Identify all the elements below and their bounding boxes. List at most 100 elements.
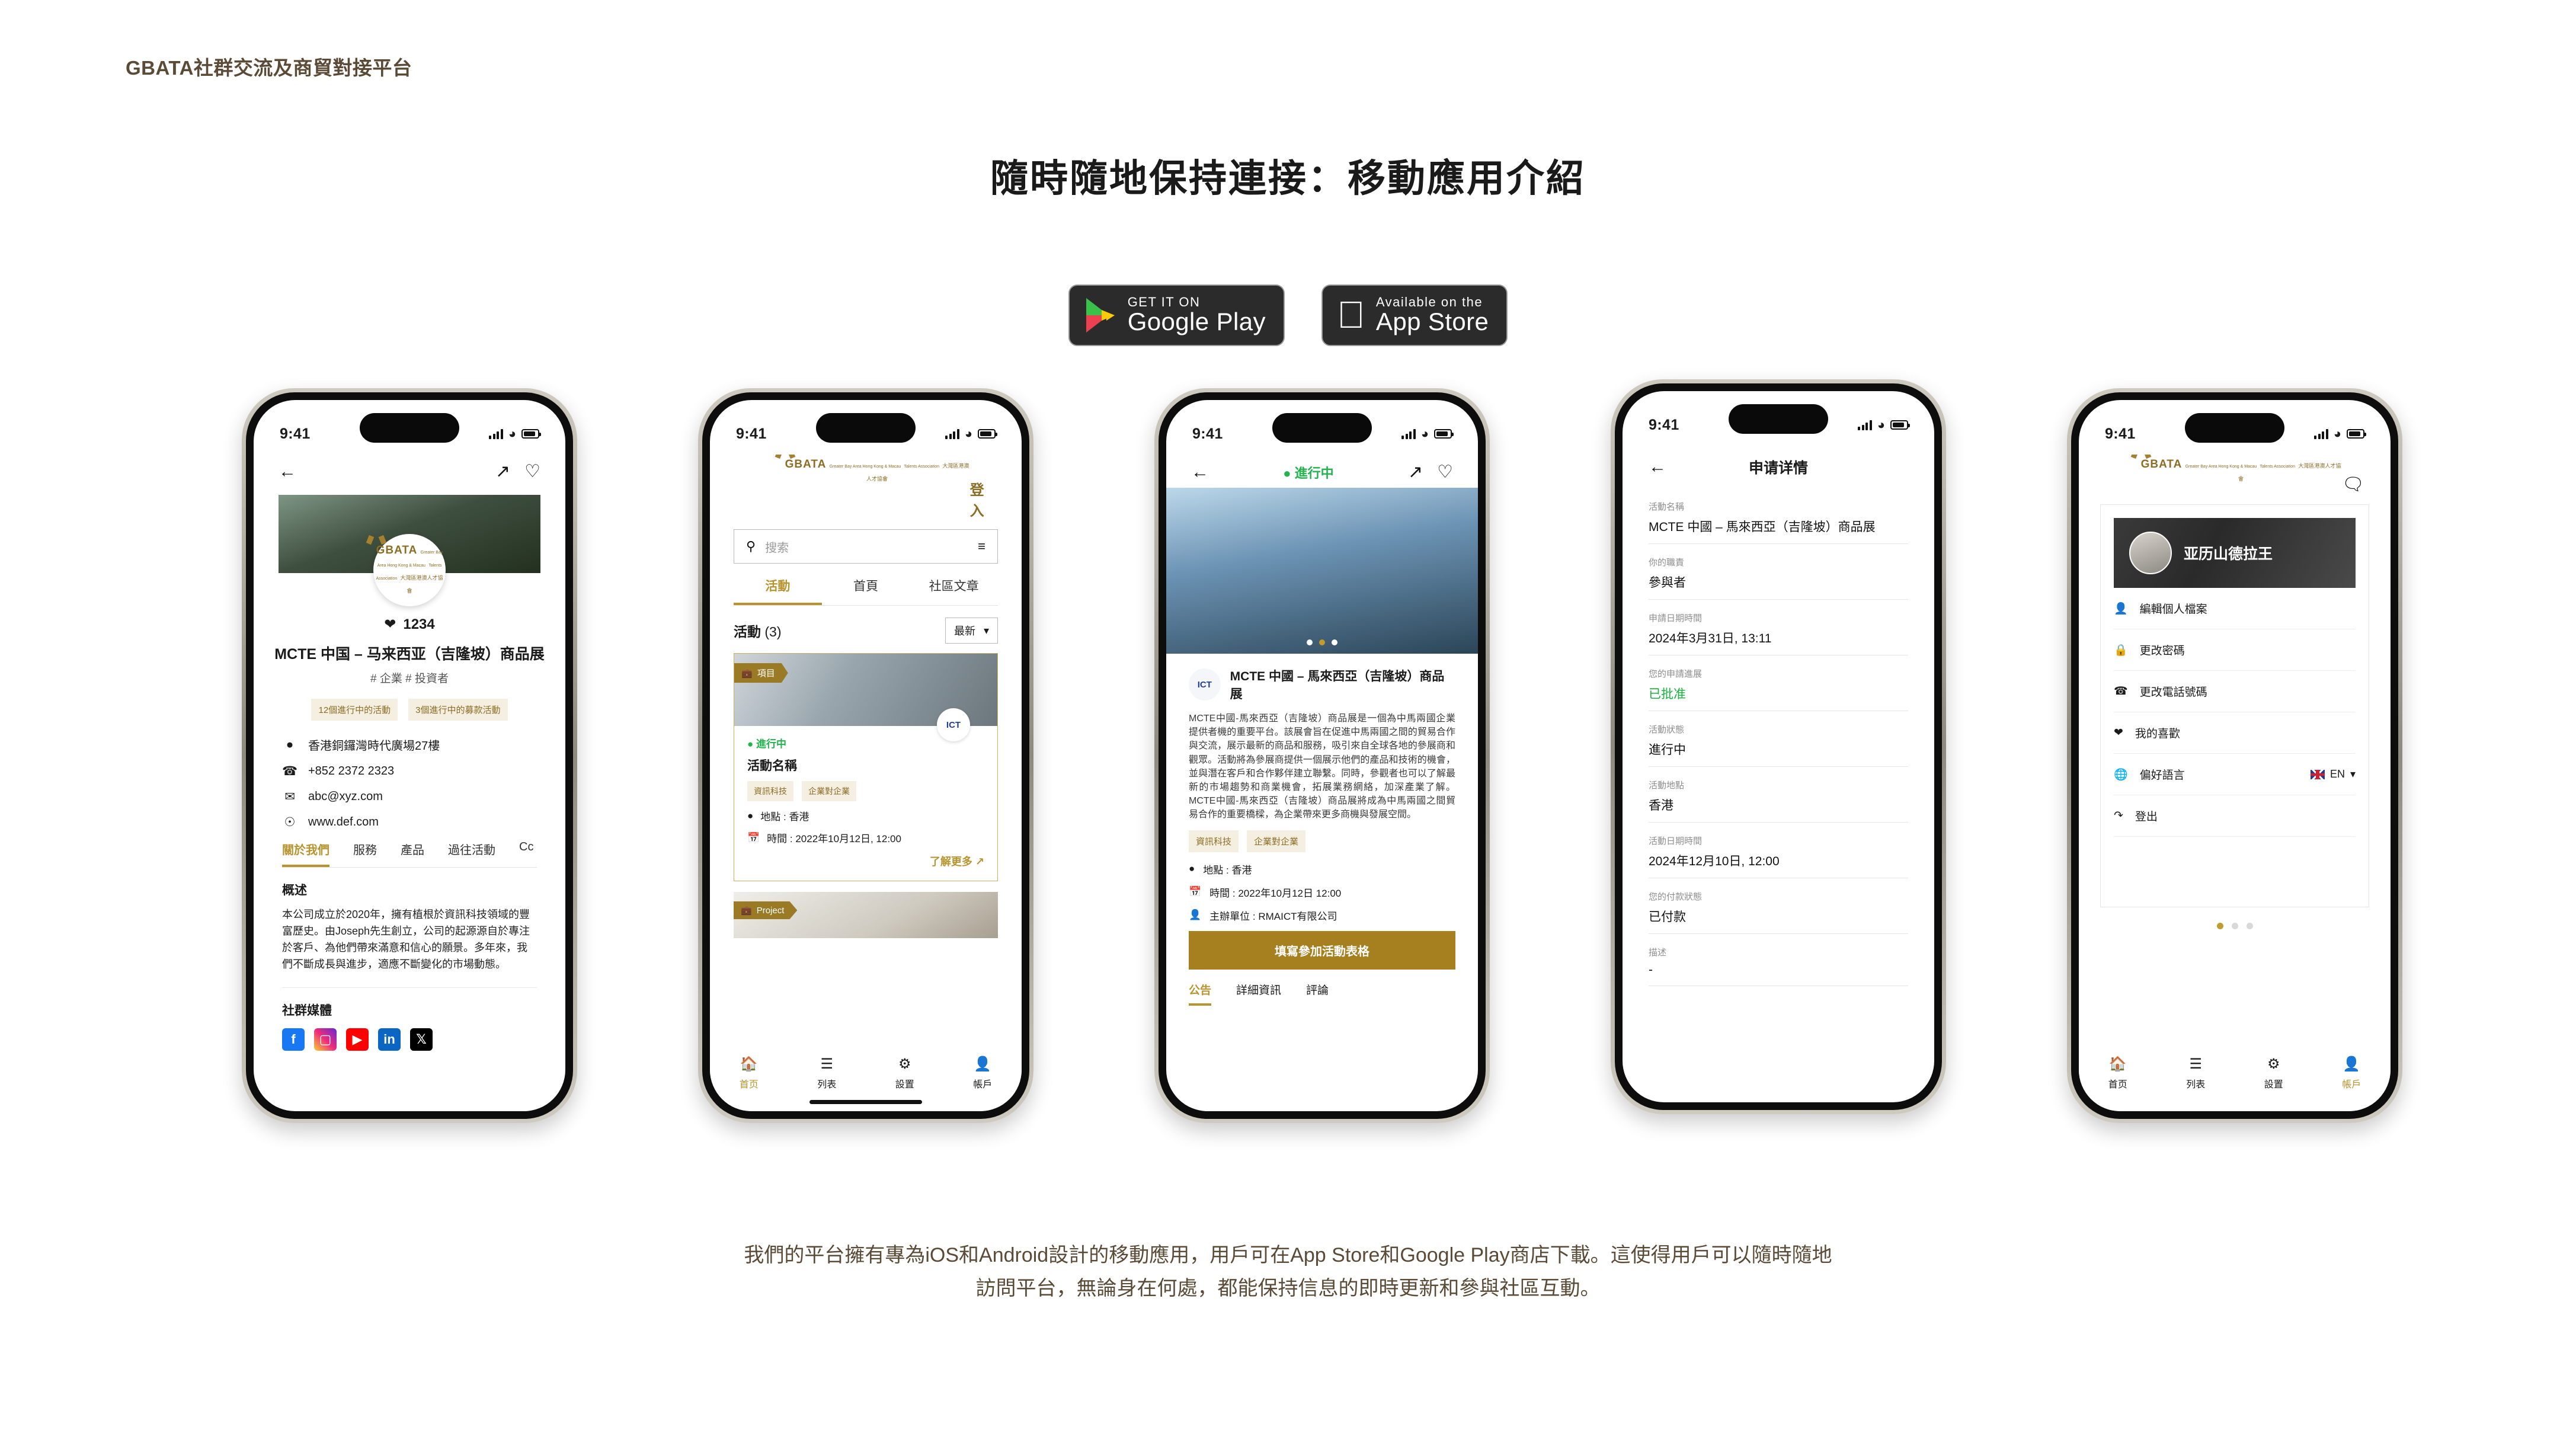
tab-community-posts[interactable]: 社區文章 bbox=[910, 577, 998, 605]
field-value: 2024年12月10日, 12:00 bbox=[1649, 855, 1780, 868]
linkedin-icon[interactable]: in bbox=[378, 1028, 401, 1051]
sort-dropdown[interactable]: 最新 ▾ bbox=[945, 618, 998, 644]
chip-it[interactable]: 資訊科技 bbox=[1189, 830, 1239, 852]
chip-it[interactable]: 資訊科技 bbox=[747, 781, 793, 801]
phone-mockup-1: 9:41 ◕ ← ↗ ♡ GBATA Greater Bay Area Hong… bbox=[242, 388, 577, 1123]
search-icon: ⚲ bbox=[746, 539, 756, 554]
filter-icon[interactable]: ≡ bbox=[978, 540, 985, 553]
tabbar-list[interactable]: ☰ 列表 bbox=[2157, 1055, 2235, 1090]
chip-b2b[interactable]: 企業對企業 bbox=[802, 781, 856, 801]
event-card[interactable]: 💼 項目 ICT ● 進行中 活動名稱 資訊科技 企業對企業 ●地點 : 香港 bbox=[734, 653, 998, 881]
tab-comments[interactable]: 評論 bbox=[1306, 981, 1329, 1006]
contact-address[interactable]: ● 香港銅鑼灣時代廣場27樓 bbox=[282, 736, 537, 753]
field-label: 活動地點 bbox=[1649, 781, 1685, 791]
phone-bezel: 9:41 ◕ GBATA Greater Bay Area Hong Kong … bbox=[702, 392, 1029, 1119]
phone4-screen: 9:41 ◕ ← 申请详情 活動名稱 MCTE 中國 – 馬來西亞（吉隆坡）商品展… bbox=[1623, 391, 1934, 1102]
account-item-change-password[interactable]: 🔒 更改密碼 bbox=[2114, 629, 2356, 671]
contact-email-text: abc@xyz.com bbox=[308, 790, 383, 803]
uk-flag-icon bbox=[2310, 769, 2325, 779]
globe-icon: ☉ bbox=[284, 815, 296, 829]
heart-outline-icon[interactable]: ♡ bbox=[1437, 463, 1453, 481]
x-icon[interactable]: 𝕏 bbox=[410, 1028, 433, 1051]
chat-icon[interactable]: 🗨 bbox=[2342, 476, 2364, 494]
wifi-icon: ◕ bbox=[2333, 426, 2341, 441]
field-event-name: 活動名稱 MCTE 中國 – 馬來西亞（吉隆坡）商品展 bbox=[1649, 488, 1908, 544]
phone-icon: ☎ bbox=[282, 765, 298, 778]
carousel-dots[interactable] bbox=[1307, 639, 1337, 645]
page-dots[interactable] bbox=[2079, 923, 2391, 929]
learn-more-link[interactable]: 了解更多 ↗ bbox=[747, 853, 984, 869]
calendar-icon: 📅 bbox=[747, 831, 760, 843]
event-time: 📅 時間 : 2022年10月12日 12:00 bbox=[1189, 886, 1342, 899]
org-contact-list: ● 香港銅鑼灣時代廣場27樓 ☎ +852 2372 2323 ✉ abc@xyz.c… bbox=[282, 736, 537, 830]
account-item-change-phone[interactable]: ☎ 更改電話號碼 bbox=[2114, 671, 2356, 712]
tab-products[interactable]: 產品 bbox=[401, 840, 424, 867]
facebook-icon[interactable]: f bbox=[282, 1028, 305, 1051]
gbata-logo-name: GBATA bbox=[376, 544, 418, 556]
phone1-screen: 9:41 ◕ ← ↗ ♡ GBATA Greater Bay Area Hong… bbox=[254, 400, 565, 1111]
field-event-datetime: 活動日期時間 2024年12月10日, 12:00 bbox=[1649, 823, 1908, 878]
field-label: 描述 bbox=[1649, 948, 1667, 958]
contact-address-text: 香港銅鑼灣時代廣場27樓 bbox=[308, 740, 440, 753]
contact-email[interactable]: ✉ abc@xyz.com bbox=[282, 789, 537, 804]
tab-announcements[interactable]: 公告 bbox=[1189, 981, 1212, 1006]
tab-past-events[interactable]: 過往活動 bbox=[448, 840, 495, 867]
contact-phone[interactable]: ☎ +852 2372 2323 bbox=[282, 764, 537, 779]
list-count: (3) bbox=[764, 624, 782, 639]
tab-details[interactable]: 詳細資訊 bbox=[1236, 981, 1281, 1006]
back-arrow-icon[interactable]: ← bbox=[279, 463, 296, 481]
tabbar-list[interactable]: ☰ 列表 bbox=[788, 1055, 866, 1090]
share-icon[interactable]: ↗ bbox=[1408, 463, 1423, 481]
event-card-image: 💼 項目 ICT bbox=[734, 654, 997, 741]
tab-home[interactable]: 首頁 bbox=[822, 577, 910, 605]
chip-active-fundraising[interactable]: 3個進行中的募款活動 bbox=[408, 699, 508, 721]
event-card-chips: 資訊科技 企業對企業 bbox=[747, 781, 984, 801]
field-value: 香港 bbox=[1649, 799, 1673, 813]
account-item-language[interactable]: 🌐 偏好語言 EN ▾ bbox=[2114, 754, 2356, 795]
back-arrow-icon[interactable]: ← bbox=[1191, 463, 1209, 481]
org-logo-avatar: GBATA Greater Bay Area Hong Kong & Macau… bbox=[373, 534, 446, 606]
account-item-logout[interactable]: ↷ 登出 bbox=[2114, 795, 2356, 837]
account-item-edit-profile[interactable]: 👤 編輯個人檔案 bbox=[2114, 588, 2356, 629]
dynamic-island bbox=[1729, 404, 1828, 434]
cellular-icon bbox=[945, 428, 959, 439]
tab-about[interactable]: 關於我們 bbox=[282, 840, 329, 867]
org-title: MCTE 中国 – 马来西亚（吉隆坡）商品展 bbox=[274, 646, 545, 663]
tab-events[interactable]: 活動 bbox=[734, 577, 822, 605]
chip-active-events[interactable]: 12個進行中的活動 bbox=[311, 699, 398, 721]
share-icon[interactable]: ↗ bbox=[495, 463, 510, 481]
gbata-logo-name: GBATA bbox=[2140, 458, 2183, 471]
gbata-logo: GBATA Greater Bay Area Hong Kong & Macau… bbox=[2140, 458, 2342, 484]
heart-filled-icon: ❤ bbox=[384, 616, 396, 632]
heart-outline-icon[interactable]: ♡ bbox=[524, 463, 540, 481]
arrow-up-right-icon: ↗ bbox=[975, 856, 984, 868]
tab-contact[interactable]: Cc bbox=[519, 840, 533, 867]
field-your-role: 你的職責 參與者 bbox=[1649, 544, 1908, 600]
tab-services[interactable]: 服務 bbox=[353, 840, 377, 867]
like-count: 1234 bbox=[403, 616, 435, 632]
instagram-icon[interactable]: ▢ bbox=[314, 1028, 337, 1051]
event-card-2-image[interactable]: 💼 Project bbox=[734, 892, 998, 938]
tabbar-account[interactable]: 👤 帳戶 bbox=[944, 1055, 1022, 1090]
login-button[interactable]: 登入 bbox=[970, 478, 996, 520]
google-play-badge[interactable]: GET IT ON Google Play bbox=[1068, 284, 1285, 346]
gear-icon: ⚙ bbox=[2267, 1055, 2280, 1072]
event-tabs: 公告 詳細資訊 評論 bbox=[1189, 981, 1455, 1006]
event-hero-image bbox=[1166, 488, 1478, 654]
youtube-icon[interactable]: ▶ bbox=[346, 1028, 369, 1051]
tabbar-home[interactable]: 🏠 首页 bbox=[710, 1055, 788, 1090]
wifi-icon: ◕ bbox=[1877, 417, 1885, 432]
phone-bezel: 9:41 ◕ GBATA Greater Bay Area Hong Kong … bbox=[2071, 392, 2398, 1119]
tabbar-settings[interactable]: ⚙ 設置 bbox=[866, 1055, 944, 1090]
register-button[interactable]: 填寫參加活動表格 bbox=[1189, 930, 1455, 970]
field-value: 2024年3月31日, 13:11 bbox=[1649, 632, 1772, 645]
app-store-badge[interactable]:  Available on the App Store bbox=[1321, 284, 1508, 346]
account-item-my-likes[interactable]: ❤ 我的喜歡 bbox=[2114, 712, 2356, 754]
tabbar-home[interactable]: 🏠 首页 bbox=[2079, 1055, 2157, 1090]
chip-b2b[interactable]: 企業對企業 bbox=[1247, 830, 1306, 852]
cellular-icon bbox=[1401, 428, 1416, 439]
contact-website[interactable]: ☉ www.def.com bbox=[282, 815, 537, 830]
tabbar-settings[interactable]: ⚙ 設置 bbox=[2235, 1055, 2313, 1090]
search-input[interactable]: ⚲ 搜索 ≡ bbox=[734, 529, 998, 564]
tabbar-account[interactable]: 👤 帳戶 bbox=[2313, 1055, 2391, 1090]
